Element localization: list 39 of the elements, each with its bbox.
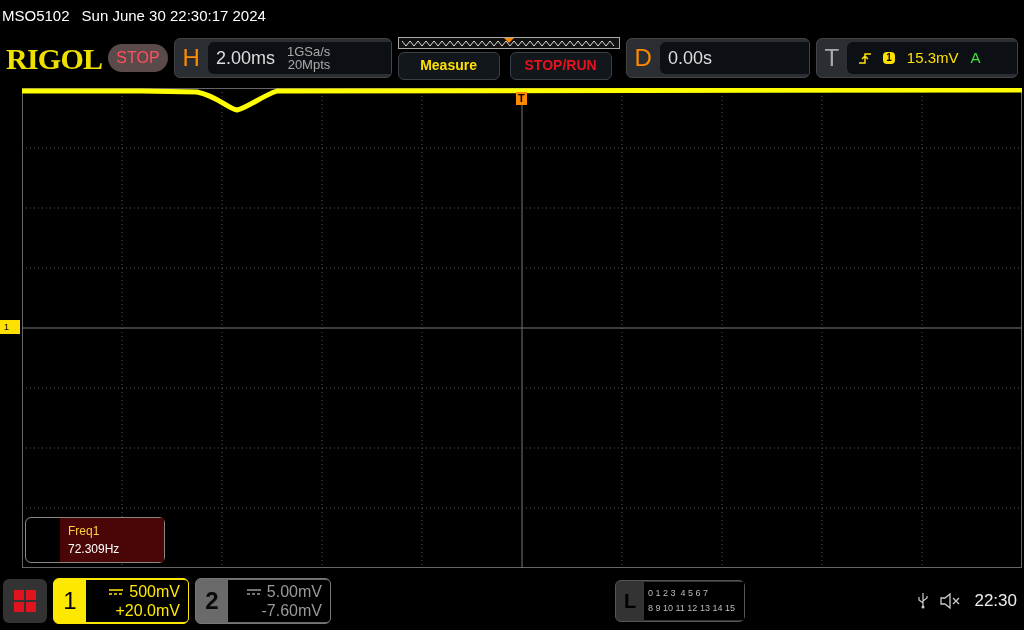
logic-channel-numbers: 0 1 2 3 4 5 6 7 bbox=[648, 587, 710, 600]
delay-panel[interactable]: D 0.00s bbox=[625, 38, 810, 78]
channel-offset: -7.60mV bbox=[261, 601, 322, 620]
rising-edge-icon bbox=[859, 52, 872, 64]
trigger-level: 15.3mV bbox=[906, 47, 959, 68]
clock: 22:30 bbox=[974, 590, 1017, 613]
channel-offset: +20.0mV bbox=[115, 601, 180, 620]
delay-value: 0.00s bbox=[667, 46, 712, 70]
horizontal-label: H bbox=[182, 43, 200, 73]
model-name: MSO5102 bbox=[2, 5, 70, 26]
trigger-source-badge: 1 bbox=[883, 52, 895, 64]
grid-icon bbox=[14, 590, 36, 612]
channel-scale: 500mV bbox=[129, 582, 180, 601]
app-menu-button[interactable] bbox=[3, 579, 47, 623]
delay-label: D bbox=[634, 43, 652, 73]
timebase-value: 2.00ms bbox=[215, 46, 275, 70]
channel-scale: 5.00mV bbox=[266, 582, 322, 601]
channel-number: 2 bbox=[204, 586, 220, 616]
channel-panel[interactable]: 2 5.00mV -7.60mV bbox=[195, 578, 331, 624]
run-state-badge: STOP bbox=[108, 44, 168, 72]
channel-offset-marker[interactable]: 1 bbox=[0, 320, 20, 334]
memory-depth: 20Mpts bbox=[287, 58, 331, 71]
brand-logo: RIGOL bbox=[6, 40, 103, 77]
sample-rate: 1GSa/s bbox=[286, 45, 331, 58]
measurement-value: 72.309Hz bbox=[68, 541, 121, 558]
channel-panel[interactable]: 1 500mV +20.0mV bbox=[53, 578, 189, 624]
channel-number: 1 bbox=[62, 586, 78, 616]
menu-button[interactable]: STOP/RUN bbox=[509, 51, 612, 80]
logic-channel-numbers: 8 9 10 11 12 13 14 15 bbox=[648, 602, 736, 615]
trigger-panel[interactable]: T 1 15.3mV A bbox=[815, 38, 1018, 78]
dc-coupling-icon bbox=[246, 588, 261, 595]
menu-button[interactable]: Measure bbox=[397, 51, 500, 80]
trigger-position-marker[interactable]: T bbox=[516, 92, 527, 105]
usb-icon bbox=[918, 593, 929, 609]
trigger-mode: A bbox=[970, 47, 981, 68]
trigger-label: T bbox=[824, 43, 840, 73]
date-time: Sun June 30 22:30:17 2024 bbox=[81, 5, 266, 26]
dc-coupling-icon bbox=[109, 588, 124, 595]
measurement-name: Freq1 bbox=[68, 523, 101, 540]
